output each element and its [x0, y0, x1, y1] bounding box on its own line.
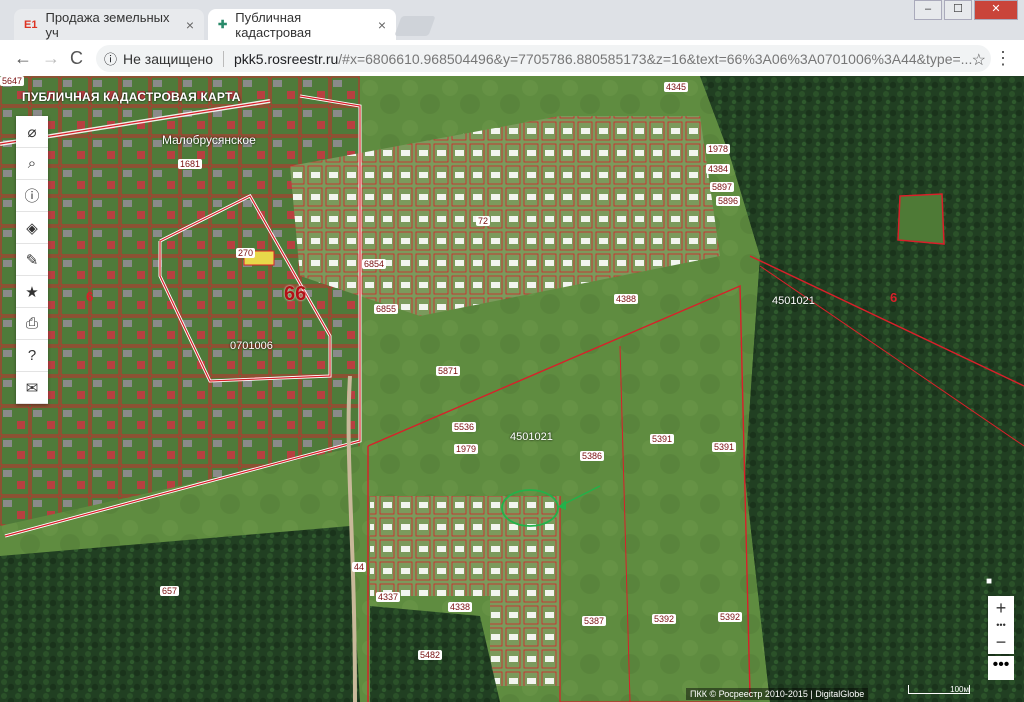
parcel-label[interactable]: 4501021 — [508, 431, 555, 443]
e1-favicon-icon: E1 — [24, 18, 38, 31]
help-button[interactable]: ? — [16, 340, 48, 372]
print-icon: ⎙ — [25, 315, 38, 332]
parcel-label[interactable]: 6 — [890, 290, 897, 305]
parcel-label[interactable]: 4338 — [448, 602, 473, 612]
parcel-label[interactable]: 4388 — [614, 294, 639, 304]
parcel-label[interactable]: 5871 — [436, 366, 461, 376]
parcel-label[interactable]: 5387 — [582, 616, 607, 626]
map-title: ПУБЛИЧНАЯ КАДАСТРОВАЯ КАРТА — [22, 90, 241, 104]
browser-chrome: E1 Продажа земельных уч × ✚ Публичная ка… — [0, 0, 1024, 76]
info-button[interactable]: ⓘ — [16, 180, 48, 212]
parcel-label[interactable]: 1978 — [706, 144, 731, 154]
parcel-label[interactable]: 657 — [160, 586, 180, 596]
forward-button[interactable]: → — [42, 48, 60, 69]
close-tab-icon[interactable]: × — [378, 17, 386, 33]
parcel-label[interactable]: 6855 — [374, 304, 399, 314]
print-button[interactable]: ⎙ — [16, 308, 48, 340]
cadastral-map[interactable]: ПУБЛИЧНАЯ КАДАСТРОВАЯ КАРТА Малобрусянск… — [0, 76, 1024, 702]
window-controls: – ☐ ✕ — [914, 0, 1018, 20]
minimize-button[interactable]: – — [914, 0, 942, 20]
parcel-label[interactable]: 4337 — [376, 592, 401, 602]
zoom-indicator: ■ — [986, 576, 993, 587]
parcel-label[interactable]: 5536 — [452, 422, 477, 432]
parcel-label[interactable]: 5482 — [418, 650, 443, 660]
info-icon: ⓘ — [24, 188, 40, 205]
url-path: /#x=6806610.968504496&y=7705786.88058517… — [338, 50, 973, 67]
maximize-button[interactable]: ☐ — [944, 0, 972, 20]
browser-toolbar: ← → C ⓘ Не защищено pkk5.rosreestr.ru /#… — [0, 40, 1024, 76]
attribution: ПКК © Росреестр 2010-2015 | DigitalGlobe — [686, 688, 869, 700]
scale-bar: 100м — [908, 685, 970, 694]
parcel-label[interactable]: 5391 — [650, 434, 675, 444]
mail-icon: ✉ — [25, 379, 39, 397]
zoom-control: + ••• − — [988, 596, 1014, 654]
map-toolbar: ⌀ ⌕ ⓘ ◈ ✎ ★ ⎙? ✉ — [16, 116, 48, 404]
rosreestr-favicon-icon: ✚ — [218, 19, 228, 31]
reload-button[interactable]: C — [70, 48, 83, 69]
region-label: 66 — [284, 283, 307, 305]
tab-cadastral-map[interactable]: ✚ Публичная кадастровая × — [208, 9, 396, 40]
divider — [223, 50, 225, 67]
parcel-label[interactable]: 5392 — [652, 614, 677, 624]
info-icon[interactable]: ⓘ — [104, 49, 117, 68]
parcel-label[interactable]: 270 — [236, 248, 256, 258]
tab-bar: E1 Продажа земельных уч × ✚ Публичная ка… — [0, 0, 1024, 40]
zoom-out-button[interactable]: − — [988, 630, 1014, 654]
tab-title: Публичная кадастровая — [235, 9, 312, 40]
zoom-in-button[interactable]: + — [988, 596, 1014, 620]
parcel-label[interactable]: 0701006 — [228, 340, 275, 352]
url-host: pkk5.rosreestr.ru — [234, 50, 339, 67]
star-icon: ★ — [25, 283, 39, 301]
village-label: Малобрусянское — [162, 133, 256, 147]
parcel-label[interactable]: 5896 — [716, 196, 741, 206]
close-tab-icon[interactable]: × — [186, 17, 194, 33]
back-button[interactable]: ← — [14, 48, 32, 69]
browser-menu-icon[interactable]: ⋮ — [994, 48, 1012, 69]
parcel-label[interactable]: 1979 — [454, 444, 479, 454]
layers-button[interactable]: ◈ — [16, 212, 48, 244]
bookmark-star-icon[interactable]: ☆ — [972, 50, 986, 70]
window-close-button[interactable]: ✕ — [974, 0, 1018, 20]
layers-icon: ◈ — [26, 219, 38, 237]
parcel-label[interactable]: 6 — [86, 289, 93, 304]
parcel-label[interactable]: 6854 — [362, 259, 387, 269]
parcel-label[interactable]: 4345 — [664, 82, 689, 92]
parcel-label[interactable]: 4384 — [706, 164, 731, 174]
parcel-label[interactable]: 44 — [352, 562, 367, 572]
search-button[interactable]: ⌕ — [16, 148, 48, 180]
pencil-button[interactable]: ✎ — [16, 244, 48, 276]
no-layers-button[interactable]: ⌀ — [16, 116, 48, 148]
no-layers-icon: ⌀ — [27, 123, 37, 141]
search-icon: ⌕ — [27, 155, 37, 172]
new-tab-button[interactable] — [394, 16, 436, 36]
mail-button[interactable]: ✉ — [16, 372, 48, 404]
satellite-map-layer — [0, 76, 1024, 702]
parcel-label[interactable]: 5391 — [712, 442, 737, 452]
zoom-level-dots: ••• — [996, 620, 1006, 630]
parcel-label[interactable]: 5647 — [0, 76, 25, 86]
parcel-label[interactable]: 5897 — [710, 182, 735, 192]
security-label: Не защищено — [123, 50, 214, 67]
parcel-label[interactable]: 72 — [476, 216, 491, 226]
more-button[interactable]: ••• — [988, 656, 1014, 680]
pencil-icon: ✎ — [25, 251, 39, 269]
help-icon: ? — [27, 347, 37, 364]
star-button[interactable]: ★ — [16, 276, 48, 308]
parcel-label[interactable]: 5392 — [718, 612, 743, 622]
parcel-label[interactable]: 1681 — [178, 159, 203, 169]
parcel-label[interactable]: 5386 — [580, 451, 605, 461]
tab-land-sale[interactable]: E1 Продажа земельных уч × — [14, 9, 204, 40]
address-bar[interactable]: ⓘ Не защищено pkk5.rosreestr.ru /#x=6806… — [96, 45, 991, 72]
parcel-label[interactable]: 4501021 — [770, 295, 817, 307]
tab-title: Продажа земельных уч — [45, 9, 170, 40]
